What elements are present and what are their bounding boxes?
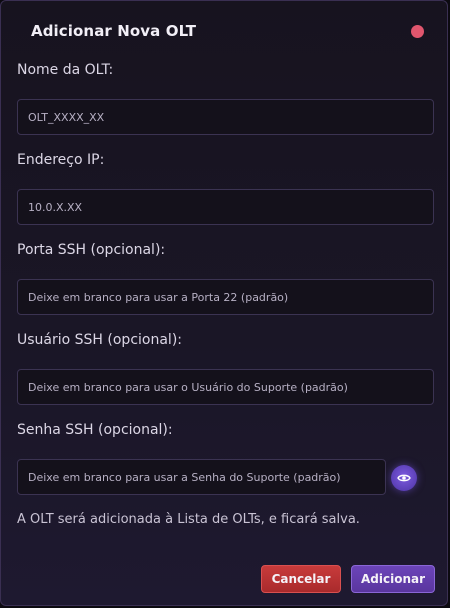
ssh-user-label: Usuário SSH (opcional): bbox=[17, 332, 182, 348]
close-button[interactable] bbox=[411, 25, 424, 38]
ssh-password-label: Senha SSH (opcional): bbox=[17, 422, 173, 438]
olt-name-label: Nome da OLT: bbox=[17, 62, 114, 78]
ssh-port-label: Porta SSH (opcional): bbox=[17, 242, 166, 258]
olt-name-input[interactable] bbox=[17, 99, 434, 135]
ssh-password-input[interactable] bbox=[17, 459, 386, 495]
add-button[interactable]: Adicionar bbox=[351, 565, 435, 593]
info-text: A OLT será adicionada à Lista de OLTs, e… bbox=[17, 512, 360, 527]
ip-address-input[interactable] bbox=[17, 189, 434, 225]
ssh-port-input[interactable] bbox=[17, 279, 434, 315]
toggle-password-visibility-button[interactable] bbox=[391, 465, 417, 491]
dialog-title: Adicionar Nova OLT bbox=[31, 22, 197, 40]
eye-icon bbox=[397, 474, 411, 482]
add-olt-dialog: Adicionar Nova OLT Nome da OLT: Endereço… bbox=[0, 0, 448, 606]
cancel-button[interactable]: Cancelar bbox=[261, 565, 341, 593]
ssh-user-input[interactable] bbox=[17, 369, 434, 405]
ip-address-label: Endereço IP: bbox=[17, 152, 105, 168]
